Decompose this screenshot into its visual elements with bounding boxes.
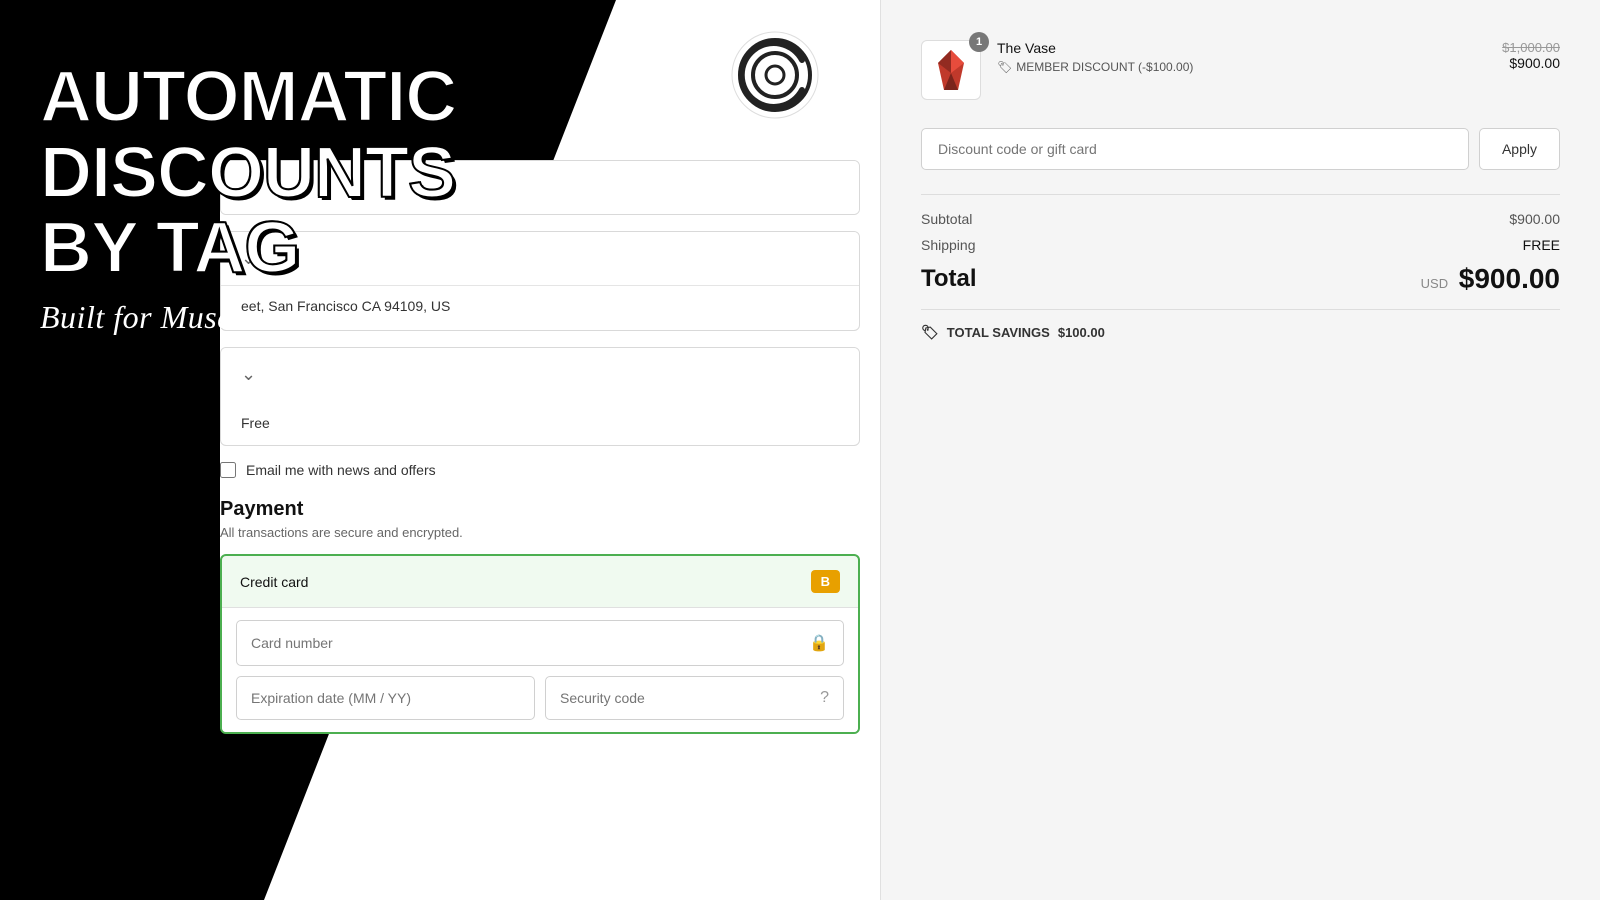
promo-text-block: AUTOMATIC DISCOUNTS BY TAG Built for Mus… (40, 60, 456, 336)
credit-card-header: Credit card B (222, 556, 858, 607)
total-value: $900.00 (1459, 263, 1560, 294)
original-price: $1,000.00 (1502, 40, 1560, 55)
sale-price: $900.00 (1502, 55, 1560, 71)
total-label: Total (921, 265, 977, 293)
tag-icon: 🏷 (997, 60, 1012, 74)
credit-card-label: Credit card (240, 574, 308, 590)
total-amount-group: USD $900.00 (1421, 263, 1560, 295)
promo-subtitle: Built for Museums (40, 299, 456, 336)
promo-headline: AUTOMATIC DISCOUNTS BY TAG (40, 60, 456, 287)
savings-value: $100.00 (1058, 325, 1105, 340)
delivery-section: ⌄ Free (220, 347, 860, 446)
savings-row: 🏷 TOTAL SAVINGS $100.00 (921, 309, 1560, 341)
discount-input[interactable] (921, 128, 1469, 170)
payment-section: Payment All transactions are secure and … (220, 498, 860, 734)
order-totals: Subtotal $900.00 Shipping FREE Total USD… (921, 194, 1560, 341)
discount-label: MEMBER DISCOUNT (-$100.00) (1016, 60, 1193, 74)
shipping-label: Shipping (921, 237, 976, 253)
email-checkbox-row: Email me with news and offers (220, 462, 860, 478)
subtotal-value: $900.00 (1509, 211, 1560, 227)
apply-button[interactable]: Apply (1479, 128, 1560, 170)
credit-card-option[interactable]: Credit card B 🔒 ? (220, 554, 860, 734)
expiry-input[interactable] (251, 690, 520, 706)
left-panel: AUTOMATIC DISCOUNTS BY TAG Built for Mus… (0, 0, 880, 900)
expiry-field[interactable] (236, 676, 535, 720)
grand-total-row: Total USD $900.00 (921, 263, 1560, 295)
product-name: The Vase (997, 40, 1486, 56)
discount-badge: 🏷 MEMBER DISCOUNT (-$100.00) (997, 60, 1486, 74)
subtotal-row: Subtotal $900.00 (921, 211, 1560, 227)
subtotal-label: Subtotal (921, 211, 972, 227)
total-currency: USD (1421, 276, 1448, 291)
question-icon: ? (820, 689, 829, 707)
card-number-field[interactable]: 🔒 (236, 620, 844, 666)
savings-label: TOTAL SAVINGS (947, 325, 1050, 340)
discount-row: Apply (921, 128, 1560, 170)
lock-icon: 🔒 (809, 633, 829, 653)
delivery-value: Free (221, 401, 859, 445)
product-image-wrapper: 1 (921, 40, 981, 100)
payment-title: Payment (220, 498, 860, 521)
email-checkbox[interactable] (220, 462, 236, 478)
security-field[interactable]: ? (545, 676, 844, 720)
email-checkbox-label: Email me with news and offers (246, 462, 436, 478)
savings-tag-icon: 🏷 (921, 324, 939, 341)
order-summary-panel: 1 The Vase 🏷 MEMBER DISCOUNT (-$100.00) … (880, 0, 1600, 900)
product-quantity-badge: 1 (969, 32, 989, 52)
product-price: $1,000.00 $900.00 (1502, 40, 1560, 71)
card-bottom-row: ? (236, 676, 844, 720)
shipping-row: Shipping FREE (921, 237, 1560, 253)
braintree-badge: B (811, 570, 840, 593)
logo-area (730, 30, 820, 125)
vase-image-svg (926, 45, 976, 95)
delivery-section-toggle[interactable]: ⌄ (221, 348, 859, 401)
logo-icon (730, 30, 820, 120)
security-input[interactable] (560, 690, 820, 706)
payment-subtitle: All transactions are secure and encrypte… (220, 525, 860, 540)
card-fields: 🔒 ? (222, 607, 858, 732)
card-number-input[interactable] (251, 635, 809, 651)
product-row: 1 The Vase 🏷 MEMBER DISCOUNT (-$100.00) … (921, 40, 1560, 100)
shipping-value: FREE (1523, 237, 1560, 253)
delivery-chevron-icon: ⌄ (241, 364, 256, 385)
product-info: The Vase 🏷 MEMBER DISCOUNT (-$100.00) (997, 40, 1486, 74)
